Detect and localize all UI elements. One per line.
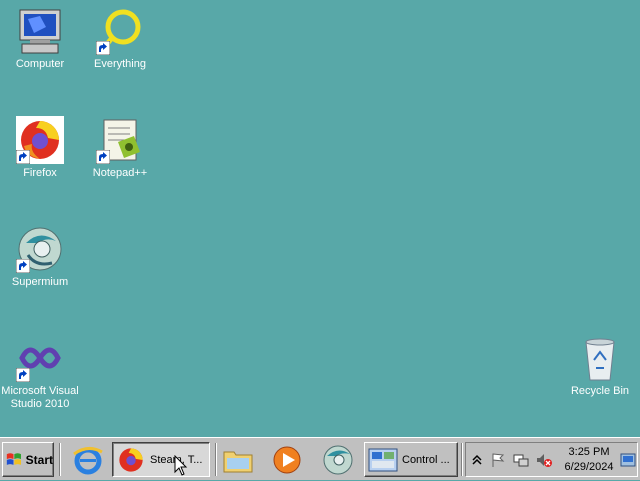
- control-panel-icon: [368, 448, 398, 471]
- shortcut-arrow-icon: [16, 368, 30, 382]
- task-button-control-panel[interactable]: Control ...: [364, 442, 458, 477]
- notepadpp-icon: [96, 116, 144, 164]
- clock-date: 6/29/2024: [564, 461, 614, 473]
- visual-studio-icon: [16, 334, 64, 382]
- desktop-icon-everything[interactable]: Everything: [80, 7, 160, 71]
- show-desktop-icon[interactable]: [620, 452, 636, 468]
- task-label: Control ...: [402, 453, 450, 466]
- recycle-bin-icon: [576, 334, 624, 382]
- firefox-icon: [119, 447, 143, 472]
- desktop-icon-recycle-bin[interactable]: Recycle Bin: [560, 334, 640, 398]
- supermium-icon: [16, 225, 64, 273]
- desktop-icon-visual-studio[interactable]: Microsoft Visual Studio 2010: [0, 334, 80, 411]
- desktop-icon-label: Recycle Bin: [570, 385, 630, 397]
- computer-icon: [16, 7, 64, 55]
- shortcut-arrow-icon: [16, 259, 30, 273]
- everything-icon: [96, 7, 144, 55]
- folder-icon[interactable]: [222, 444, 254, 476]
- desktop-icon-computer[interactable]: Computer: [0, 7, 80, 71]
- start-label: Start: [25, 452, 53, 467]
- desktop-icon-label: Notepad++: [92, 167, 148, 179]
- desktop-icon-label: Firefox: [23, 167, 57, 179]
- network-icon[interactable]: [513, 452, 529, 468]
- desktop-icon-supermium[interactable]: Supermium: [0, 225, 80, 289]
- desktop-icon-label: Microsoft Visual Studio 2010: [1, 385, 79, 410]
- taskbar-separator: [59, 443, 61, 476]
- clock[interactable]: 3:25 PM 6/29/2024: [559, 445, 619, 475]
- windows-logo-icon: [6, 453, 21, 465]
- task-button-steam[interactable]: Steam, T...: [112, 442, 210, 477]
- clock-time: 3:25 PM: [568, 446, 610, 458]
- desktop-icon-label: Supermium: [11, 276, 69, 288]
- desktop-icon-firefox[interactable]: Firefox: [0, 116, 80, 180]
- shortcut-arrow-icon: [96, 41, 110, 55]
- shortcut-arrow-icon: [16, 150, 30, 164]
- media-player-icon[interactable]: [271, 444, 303, 476]
- taskbar-separator: [215, 443, 217, 476]
- shortcut-arrow-icon: [96, 150, 110, 164]
- supermium-icon[interactable]: [322, 444, 354, 476]
- volume-muted-icon[interactable]: [536, 452, 552, 468]
- flag-icon[interactable]: [490, 452, 506, 468]
- firefox-icon: [16, 116, 64, 164]
- mouse-cursor-icon: [174, 455, 188, 476]
- internet-explorer-icon[interactable]: [72, 444, 104, 476]
- desktop[interactable]: Computer Everything Firefox Notepad++ Su…: [0, 0, 640, 437]
- taskbar: Start Steam, T... Control ... 3:25 PM 6/…: [0, 437, 640, 480]
- system-tray: 3:25 PM 6/29/2024: [465, 442, 638, 477]
- desktop-icon-notepadpp[interactable]: Notepad++: [80, 116, 160, 180]
- desktop-icon-label: Everything: [94, 58, 146, 70]
- taskbar-separator: [461, 443, 463, 476]
- start-button[interactable]: Start: [2, 442, 54, 477]
- desktop-icon-label: Computer: [15, 58, 65, 70]
- chevron-up-icon[interactable]: [469, 452, 485, 468]
